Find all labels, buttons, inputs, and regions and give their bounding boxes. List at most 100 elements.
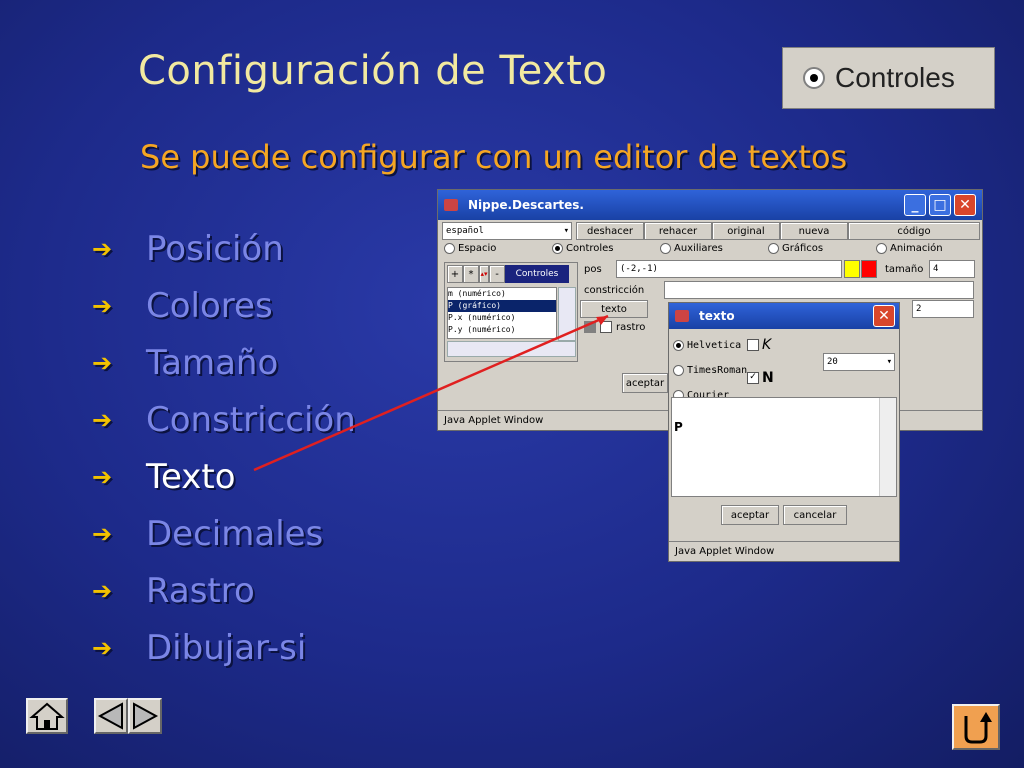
trace-label: rastro [616,321,646,333]
text-content: P [674,420,683,434]
list-vertical-scrollbar[interactable] [558,287,576,341]
reorder-arrows-icon[interactable]: ▴▾ [479,265,489,283]
text-content-area[interactable]: P [671,397,897,497]
trace-checkbox[interactable] [600,321,612,333]
app-icon [675,310,689,322]
minimize-button[interactable]: _ [904,194,926,216]
list-header: Controles [505,265,569,283]
arrow-bullet-icon: ➔ [92,234,113,263]
close-button[interactable]: ✕ [873,305,895,327]
bold-checkbox[interactable]: ✓ [747,372,759,384]
size-label: tamaño [885,263,924,275]
decimals-input[interactable]: 2 [912,300,974,318]
constraint-input[interactable] [664,281,974,299]
italic-option[interactable]: K [747,337,771,353]
language-select[interactable]: español ▾ [442,222,572,240]
tab-controles[interactable]: Controles [552,243,660,254]
text-window-title: texto [699,309,735,323]
topic-item-colores[interactable]: ➔ Colores [92,277,356,334]
new-button[interactable]: nueva [780,222,848,240]
text-window-status: Java Applet Window [669,541,899,561]
arrow-bullet-icon: ➔ [92,576,113,605]
controls-list-panel: + * ▴▾ - Controles m (numérico) P (gráfi… [444,262,578,362]
pos-input[interactable]: (-2,-1) [616,260,842,278]
radio-icon [876,243,887,254]
controles-badge-label: Controles [835,62,955,93]
topic-item-dibujar-si[interactable]: ➔ Dibujar-si [92,619,356,676]
radio-icon [660,243,671,254]
arrow-bullet-icon: ➔ [92,462,113,491]
maximize-button[interactable]: □ [929,194,951,216]
controles-badge: Controles [782,47,995,109]
tab-graficos[interactable]: Gráficos [768,243,876,254]
radio-icon [673,340,684,351]
cancel-button[interactable]: cancelar [783,505,847,525]
controls-list[interactable]: m (numérico) P (gráfico) P.x (numérico) … [447,287,557,339]
original-button[interactable]: original [712,222,780,240]
text-window-titlebar: texto ✕ [669,303,899,329]
topic-item-decimales[interactable]: ➔ Decimales [92,505,356,562]
list-horizontal-scrollbar[interactable] [447,341,576,357]
close-button[interactable]: ✕ [954,194,976,216]
font-timesroman-radio[interactable]: TimesRoman [673,360,747,381]
return-button[interactable] [952,704,1000,750]
arrow-bullet-icon: ➔ [92,348,113,377]
italic-label: K [762,337,772,353]
chevron-down-icon: ▾ [886,357,892,367]
duplicate-control-button[interactable]: * [463,265,479,283]
bold-label: N [762,370,774,386]
size-input[interactable]: 4 [929,260,975,278]
list-item[interactable]: P.y (numérico) [448,324,556,336]
constraint-label: constricción [584,284,645,296]
text-button[interactable]: texto [580,300,648,318]
main-window-title: Nippe.Descartes. [468,198,584,212]
home-button[interactable] [26,698,68,734]
text-editor-window: texto ✕ Helvetica TimesRoman Courier K ✓… [668,302,900,562]
font-helvetica-radio[interactable]: Helvetica [673,335,741,356]
font-size-select[interactable]: 20 ▾ [823,353,895,371]
tab-animacion[interactable]: Animación [876,243,976,254]
list-item[interactable]: P.x (numérico) [448,312,556,324]
topic-item-rastro[interactable]: ➔ Rastro [92,562,356,619]
radio-icon [768,243,779,254]
topic-item-constriccion[interactable]: ➔ Constricción [92,391,356,448]
arrow-bullet-icon: ➔ [92,633,113,662]
home-icon [29,702,65,730]
arrow-bullet-icon: ➔ [92,291,113,320]
tab-espacio[interactable]: Espacio [444,243,552,254]
accept-button[interactable]: aceptar [622,373,668,393]
main-window-titlebar: Nippe.Descartes. _ □ ✕ [438,190,982,220]
color-swatch-yellow[interactable] [844,260,860,278]
arrow-bullet-icon: ➔ [92,405,113,434]
topic-item-posicion[interactable]: ➔ Posición [92,220,356,277]
bold-option[interactable]: ✓ N [747,370,774,386]
prev-arrow-icon [97,702,123,730]
chevron-down-icon: ▾ [563,226,569,236]
slide-subtitle: Se puede configurar con un editor de tex… [140,138,848,176]
list-item[interactable]: m (numérico) [448,288,556,300]
app-icon [444,199,458,211]
pos-label: pos [584,263,602,275]
slide-title: Configuración de Texto [138,48,608,94]
add-control-button[interactable]: + [447,265,463,283]
radio-icon [444,243,455,254]
tab-auxiliares[interactable]: Auxiliares [660,243,768,254]
italic-checkbox[interactable] [747,339,759,351]
next-button[interactable] [128,698,162,734]
list-item-selected[interactable]: P (gráfico) [448,300,556,312]
text-vertical-scrollbar[interactable] [879,398,896,496]
accept-button[interactable]: aceptar [721,505,779,525]
topic-item-texto[interactable]: ➔ Texto [92,448,356,505]
remove-control-button[interactable]: - [489,265,505,283]
code-button[interactable]: código [848,222,980,240]
arrow-bullet-icon: ➔ [92,519,113,548]
next-arrow-icon [133,702,159,730]
redo-button[interactable]: rehacer [644,222,712,240]
prev-button[interactable] [94,698,128,734]
undo-button[interactable]: deshacer [576,222,644,240]
color-swatch-red[interactable] [861,260,877,278]
topic-item-tamano[interactable]: ➔ Tamaño [92,334,356,391]
trace-color-swatch[interactable] [584,321,596,333]
radio-icon [803,67,825,89]
return-icon [964,712,992,744]
